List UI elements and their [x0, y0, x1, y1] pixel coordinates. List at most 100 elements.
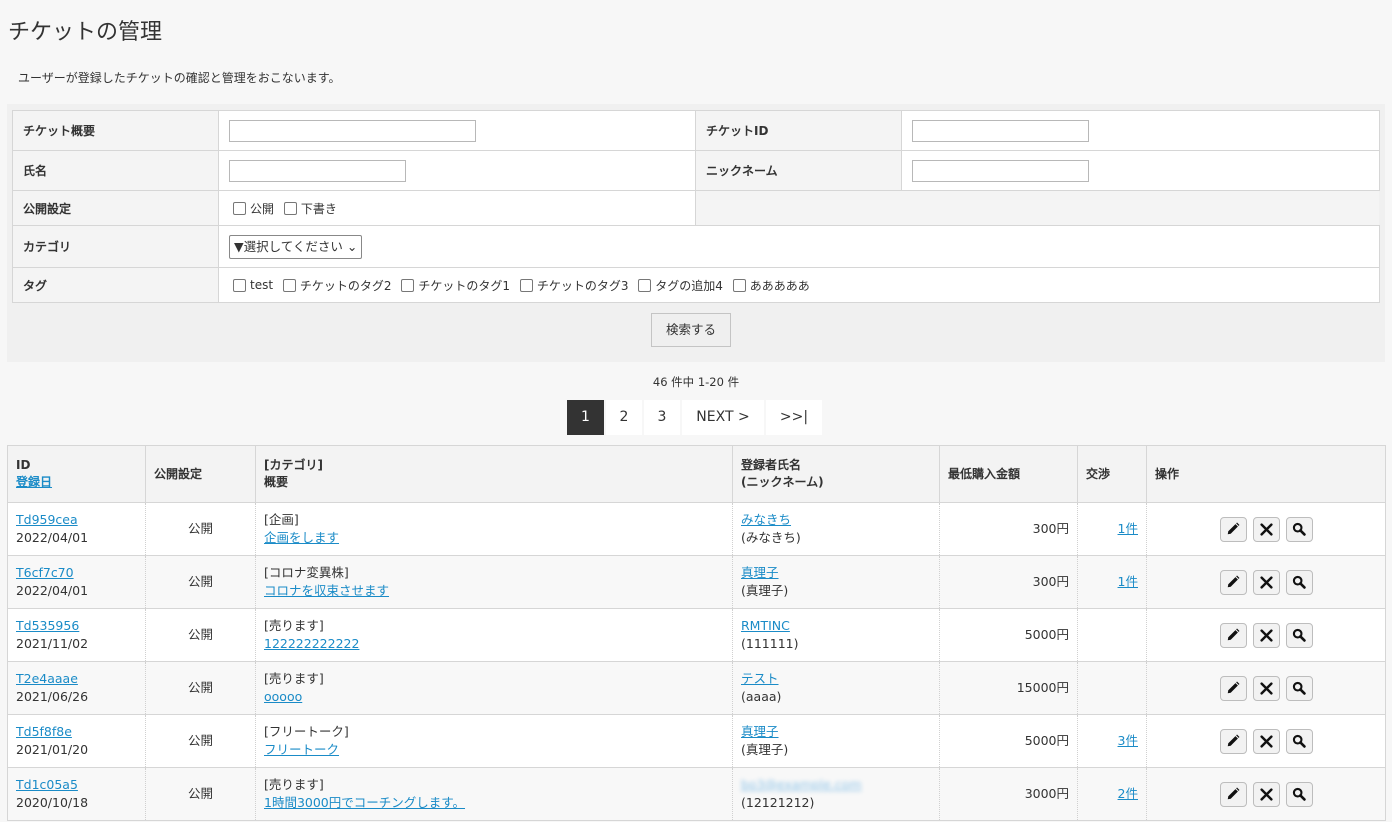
summary-link[interactable]: 1時間3000円でコーチングします。 — [264, 795, 465, 810]
summary-link[interactable]: ooooo — [264, 689, 302, 704]
close-icon — [1259, 575, 1273, 589]
registrant-link[interactable]: みなきち — [741, 512, 791, 527]
ticket-id-link[interactable]: Td959cea — [16, 512, 78, 527]
tag-checkbox[interactable] — [519, 278, 533, 292]
ticket-date: 2021/01/20 — [16, 742, 89, 757]
search-icon — [1292, 628, 1306, 642]
publish-checkbox[interactable] — [233, 201, 246, 215]
nickname-text: (aaaa) — [741, 689, 782, 704]
registrant-header: 登録者氏名 — [741, 458, 802, 472]
edit-button[interactable] — [1219, 569, 1247, 595]
row-actions — [1155, 728, 1377, 754]
ticket-id-link[interactable]: Td535956 — [16, 618, 79, 633]
close-icon — [1259, 628, 1273, 642]
date-sort-link[interactable]: 登録日 — [16, 475, 52, 489]
delete-button[interactable] — [1252, 622, 1280, 648]
ticket-date: 2022/04/01 — [16, 530, 89, 545]
tag-checkbox[interactable] — [732, 278, 746, 292]
row-actions — [1155, 675, 1377, 701]
tag-checkbox[interactable] — [638, 278, 652, 292]
edit-button[interactable] — [1219, 516, 1247, 542]
price-text: 5000円 — [939, 608, 1078, 662]
publish-header: 公開設定 — [145, 445, 256, 503]
tag-checkbox[interactable] — [233, 278, 246, 292]
category-header: [カテゴリ] — [264, 458, 323, 472]
summary-link[interactable]: 122222222222 — [264, 636, 359, 651]
edit-button[interactable] — [1219, 622, 1247, 648]
view-button[interactable] — [1285, 569, 1313, 595]
nickname-text: (111111) — [741, 636, 799, 651]
edit-button[interactable] — [1219, 675, 1247, 701]
tag-label-item: チケットのタグ2 — [299, 278, 392, 293]
table-row: Td1c05a5 2020/10/18 公開 [売ります] 1時間3000円でコーチ… — [7, 767, 1386, 821]
name-input[interactable] — [229, 159, 406, 182]
view-button[interactable] — [1285, 516, 1313, 542]
view-button[interactable] — [1285, 675, 1313, 701]
search-icon — [1292, 575, 1306, 589]
ticket-id-link[interactable]: Td5f8f8e — [16, 724, 72, 739]
close-icon — [1259, 522, 1273, 536]
ticket-table: ID 登録日 公開設定 [カテゴリ] 概要 登録者氏名 (ニックネーム) 最低購入金額… — [7, 445, 1386, 821]
ticket-date: 2020/10/18 — [16, 795, 89, 810]
price-text: 15000円 — [939, 661, 1078, 715]
nickname-text: (みなきち) — [741, 530, 801, 545]
pencil-icon — [1227, 734, 1240, 747]
pencil-icon — [1227, 575, 1240, 588]
registrant-link[interactable]: RMTINC — [741, 618, 790, 633]
negotiation-link[interactable]: 2件 — [1118, 786, 1138, 801]
delete-button[interactable] — [1252, 675, 1280, 701]
page-1-button[interactable]: 1 — [567, 400, 604, 435]
nickname-label: ニックネーム — [695, 150, 902, 191]
search-button[interactable]: 検索する — [651, 313, 731, 347]
edit-button[interactable] — [1219, 728, 1247, 754]
pencil-icon — [1227, 681, 1240, 694]
tag-checkbox[interactable] — [401, 278, 415, 292]
view-button[interactable] — [1285, 622, 1313, 648]
summary-link[interactable]: 企画をします — [264, 530, 339, 545]
registrant-link[interactable]: テスト — [741, 671, 779, 686]
row-actions — [1155, 569, 1377, 595]
draft-checkbox[interactable] — [283, 201, 297, 215]
name-label: 氏名 — [12, 150, 219, 191]
registrant-link[interactable]: 真理子 — [741, 565, 779, 580]
ticket-id-link[interactable]: T2e4aaae — [16, 671, 78, 686]
search-icon — [1292, 522, 1306, 536]
ticket-id-link[interactable]: T6cf7c70 — [16, 565, 74, 580]
delete-button[interactable] — [1252, 781, 1280, 807]
page-2-button[interactable]: 2 — [606, 400, 642, 435]
price-text: 3000円 — [939, 767, 1078, 821]
last-page-button[interactable]: >>| — [766, 400, 822, 435]
summary-link[interactable]: コロナを収束させます — [264, 583, 389, 598]
negotiation-link[interactable]: 3件 — [1118, 733, 1138, 748]
registrant-link[interactable]: bo3@example.com — [741, 777, 862, 792]
tag-checkbox[interactable] — [282, 278, 296, 292]
view-button[interactable] — [1285, 728, 1313, 754]
category-select[interactable]: ▼選択してください ⌄ — [229, 234, 363, 259]
table-header: ID 登録日 公開設定 [カテゴリ] 概要 登録者氏名 (ニックネーム) 最低購入金額… — [7, 445, 1386, 503]
summary-input[interactable] — [229, 119, 476, 142]
ticket-id-link[interactable]: Td1c05a5 — [16, 777, 78, 792]
summary-link[interactable]: フリートーク — [264, 742, 339, 757]
summary-header: 概要 — [264, 475, 289, 489]
id-header: ID — [16, 458, 31, 472]
negotiation-link[interactable]: 1件 — [1118, 521, 1138, 536]
status-text: 公開 — [145, 502, 256, 556]
delete-button[interactable] — [1252, 516, 1280, 542]
page-3-button[interactable]: 3 — [644, 400, 680, 435]
nickname-input[interactable] — [912, 159, 1089, 182]
negotiation-header: 交渉 — [1077, 445, 1147, 503]
delete-button[interactable] — [1252, 569, 1280, 595]
delete-button[interactable] — [1252, 728, 1280, 754]
edit-button[interactable] — [1219, 781, 1247, 807]
next-page-button[interactable]: NEXT > — [682, 400, 764, 435]
publish-option-label: 公開 — [250, 201, 275, 216]
chevron-down-icon: ⌄ — [346, 238, 358, 254]
negotiation-link[interactable]: 1件 — [1118, 574, 1138, 589]
ticket-id-input[interactable] — [912, 119, 1089, 142]
pagination: 1 2 3 NEXT > >>| — [567, 400, 824, 435]
registrant-link[interactable]: 真理子 — [741, 724, 779, 739]
ticket-date: 2022/04/01 — [16, 583, 89, 598]
view-button[interactable] — [1285, 781, 1313, 807]
category-label: カテゴリ — [12, 225, 219, 268]
status-text: 公開 — [145, 555, 256, 609]
